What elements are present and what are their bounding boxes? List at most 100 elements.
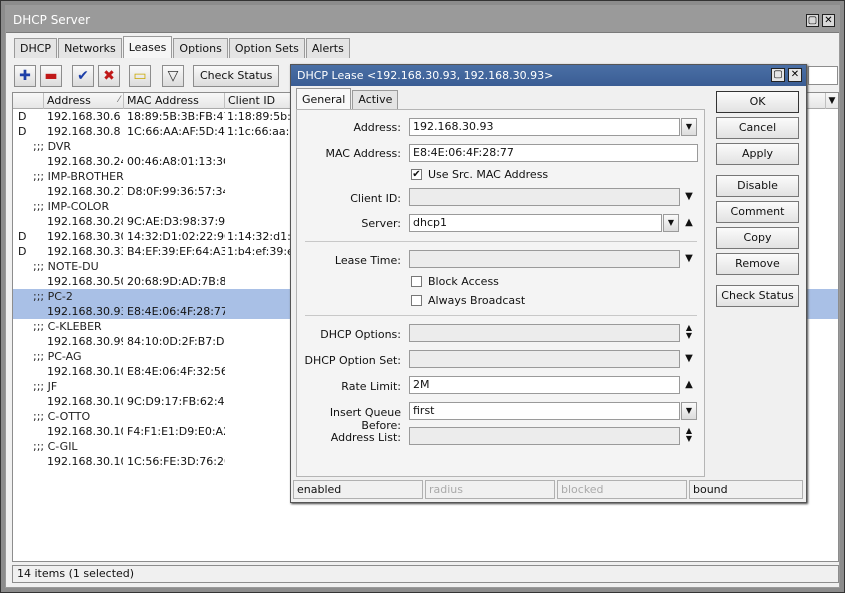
window-title: DHCP Server	[13, 13, 91, 27]
insert-queue-dropdown-icon[interactable]: ▼	[681, 402, 697, 420]
tab-options[interactable]: Options	[173, 38, 228, 58]
row-address: 192.168.30.24	[47, 155, 123, 168]
row-mac: E8:4E:06:4F:32:56	[127, 365, 225, 378]
dhcp-options-field[interactable]	[409, 324, 680, 342]
row-address: 192.168.30.93	[47, 305, 123, 318]
close-icon[interactable]: ✕	[822, 14, 835, 27]
comment-button[interactable]: Comment	[716, 201, 799, 223]
row-mac: 9C:D9:17:FB:62:42	[127, 395, 225, 408]
window-titlebar[interactable]: DHCP Server ▢ ✕	[6, 6, 839, 33]
copy-button[interactable]: Copy	[716, 227, 799, 249]
row-address: 192.168.30.100	[47, 365, 123, 378]
tab-leases[interactable]: Leases	[122, 36, 173, 58]
lease-time-dropdown-icon[interactable]: ▼	[683, 252, 695, 266]
dhcp-option-set-label: DHCP Option Set:	[304, 354, 401, 367]
check-status-button[interactable]: Check Status	[193, 65, 280, 87]
tab-alerts[interactable]: Alerts	[305, 38, 350, 58]
row-address: 192.168.30.27	[47, 185, 123, 198]
insert-queue-before-field[interactable]: first	[409, 402, 680, 420]
row-mac: 1C:66:AA:AF:5D:44	[127, 125, 225, 138]
restore-icon[interactable]: ▢	[806, 14, 819, 27]
sort-icon: ⁄	[118, 95, 120, 105]
dialog-titlebar[interactable]: DHCP Lease <192.168.30.93, 192.168.30.93…	[291, 65, 806, 86]
column-header-address[interactable]: Address ⁄	[44, 93, 124, 109]
remove-button[interactable]: Remove	[716, 253, 799, 275]
enable-icon[interactable]: ✔	[72, 65, 94, 87]
row-comment: ;;; IMP-COLOR	[33, 200, 110, 213]
disable-button[interactable]: Disable	[716, 175, 799, 197]
row-address: 192.168.30.30	[47, 230, 123, 243]
remove-icon[interactable]: ▬	[40, 65, 62, 87]
column-header-flags[interactable]	[13, 93, 44, 109]
chevron-down-icon[interactable]: ▼	[825, 93, 838, 109]
dialog-close-icon[interactable]: ✕	[788, 68, 802, 82]
status-bar: 14 items (1 selected)	[12, 565, 839, 583]
server-dropdown-icon[interactable]: ▼	[663, 214, 679, 232]
server-collapse-icon[interactable]: ▲	[683, 216, 695, 230]
rate-limit-collapse-icon[interactable]: ▲	[683, 378, 695, 392]
row-mac: 1C:56:FE:3D:76:20	[127, 455, 225, 468]
insert-queue-before-label: Insert Queue Before:	[329, 406, 401, 432]
block-access-label: Block Access	[428, 275, 499, 288]
apply-button[interactable]: Apply	[716, 143, 799, 165]
row-comment: ;;; C-GIL	[33, 440, 78, 453]
always-broadcast-checkbox[interactable]	[411, 295, 422, 306]
filter-icon[interactable]: ▽	[162, 65, 184, 87]
dialog-tab-general[interactable]: General	[296, 88, 352, 109]
dhcp-option-set-dropdown-icon[interactable]: ▼	[683, 352, 695, 366]
status-text: 14 items (1 selected)	[17, 567, 135, 580]
cancel-button[interactable]: Cancel	[716, 117, 799, 139]
lease-time-field[interactable]	[409, 250, 680, 268]
use-src-mac-checkbox[interactable]: ✔	[411, 169, 422, 180]
row-mac: 84:10:0D:2F:B7:D9	[127, 335, 225, 348]
tab-networks[interactable]: Networks	[58, 38, 122, 58]
check-status-dialog-button[interactable]: Check Status	[716, 285, 799, 307]
address-dropdown-icon[interactable]: ▼	[681, 118, 697, 136]
divider	[305, 315, 697, 316]
row-mac: D8:0F:99:36:57:34	[127, 185, 225, 198]
row-address: 192.168.30.99	[47, 335, 123, 348]
row-mac: 9C:AE:D3:98:37:9D	[127, 215, 225, 228]
row-comment: ;;; JF	[33, 380, 58, 393]
general-panel: Address: 192.168.30.93 ▼ MAC Address: E8…	[296, 109, 705, 477]
dhcp-options-label: DHCP Options:	[320, 328, 401, 341]
blocked-status: blocked	[557, 480, 687, 499]
server-field[interactable]: dhcp1	[409, 214, 662, 232]
row-address: 192.168.30.101	[47, 395, 123, 408]
block-access-checkbox[interactable]	[411, 276, 422, 287]
dialog-restore-icon[interactable]: ▢	[771, 68, 785, 82]
ok-button[interactable]: OK	[716, 91, 799, 113]
address-list-label: Address List:	[330, 431, 401, 444]
always-broadcast-label: Always Broadcast	[428, 294, 526, 307]
dhcp-option-set-field[interactable]	[409, 350, 680, 368]
address-field[interactable]: 192.168.30.93	[409, 118, 680, 136]
client-id-label: Client ID:	[350, 192, 401, 205]
client-id-dropdown-icon[interactable]: ▼	[683, 190, 695, 204]
row-address: 192.168.30.102	[47, 425, 123, 438]
tab-dhcp[interactable]: DHCP	[14, 38, 58, 58]
radius-status: radius	[425, 480, 555, 499]
dhcp-lease-dialog: DHCP Lease <192.168.30.93, 192.168.30.93…	[290, 64, 807, 503]
add-icon[interactable]: ✚	[14, 65, 36, 87]
tab-option-sets[interactable]: Option Sets	[228, 38, 305, 58]
row-address: 192.168.30.33	[47, 245, 123, 258]
row-comment: ;;; C-OTTO	[33, 410, 91, 423]
disable-icon[interactable]: ✖	[98, 65, 120, 87]
row-mac: 00:46:A8:01:13:3C	[127, 155, 225, 168]
address-list-field[interactable]	[409, 427, 680, 445]
rate-limit-field[interactable]: 2M	[409, 376, 680, 394]
dhcp-options-down-icon[interactable]: ▼	[683, 329, 695, 343]
row-address: 192.168.30.28	[47, 215, 123, 228]
client-id-field[interactable]	[409, 188, 680, 206]
find-input[interactable]	[808, 66, 838, 85]
row-mac: 18:89:5B:3B:FB:47	[127, 110, 225, 123]
dialog-tab-active[interactable]: Active	[352, 90, 399, 109]
server-label: Server:	[361, 217, 401, 230]
column-header-mac[interactable]: MAC Address	[124, 93, 225, 109]
lease-time-label: Lease Time:	[334, 254, 401, 267]
mac-address-field[interactable]: E8:4E:06:4F:28:77	[409, 144, 698, 162]
address-list-down-icon[interactable]: ▼	[683, 432, 695, 446]
row-address: 192.168.30.8	[47, 125, 121, 138]
row-flag: D	[18, 245, 27, 258]
comment-icon[interactable]: ▭	[129, 65, 151, 87]
